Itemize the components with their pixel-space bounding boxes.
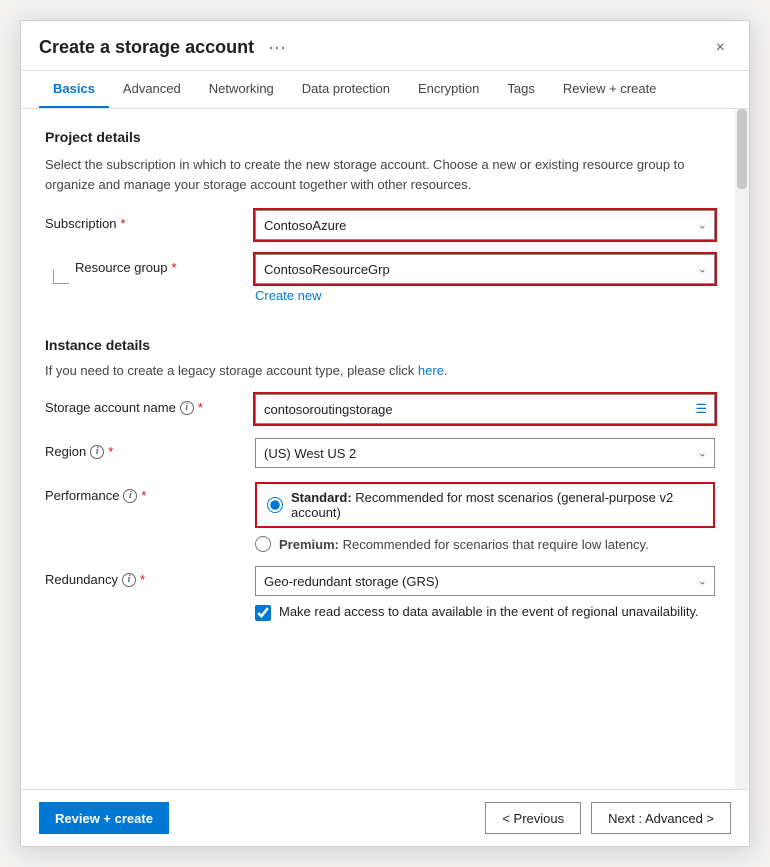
resource-group-required: *	[172, 260, 177, 275]
region-select[interactable]: (US) West US 2	[255, 438, 715, 468]
storage-name-input-col: ☰	[255, 394, 715, 424]
region-input-col: (US) West US 2 ⌄	[255, 438, 715, 468]
content-area: Project details Select the subscription …	[21, 109, 749, 789]
tab-encryption[interactable]: Encryption	[404, 71, 493, 108]
performance-radio-group: Standard: Recommended for most scenarios…	[255, 482, 715, 552]
ellipsis-button[interactable]: ···	[262, 35, 292, 60]
resource-group-select[interactable]: ContosoResourceGrp	[255, 254, 715, 284]
scrollbar-thumb[interactable]	[737, 109, 747, 189]
project-details-desc: Select the subscription in which to crea…	[45, 155, 715, 194]
performance-standard-radio[interactable]	[267, 497, 283, 513]
storage-name-row: Storage account name i * ☰	[45, 394, 715, 424]
tab-data-protection[interactable]: Data protection	[288, 71, 404, 108]
storage-name-required: *	[198, 400, 203, 415]
tab-tags[interactable]: Tags	[493, 71, 548, 108]
redundancy-select[interactable]: Geo-redundant storage (GRS)	[255, 566, 715, 596]
subscription-label-col: Subscription *	[45, 210, 255, 231]
performance-info-icon[interactable]: i	[123, 489, 137, 503]
redundancy-input-col: Geo-redundant storage (GRS) ⌄ Make read …	[255, 566, 715, 621]
resource-group-label-col: Resource group *	[45, 254, 255, 288]
redundancy-row: Redundancy i * Geo-redundant storage (GR…	[45, 566, 715, 621]
scrollbar[interactable]	[735, 109, 749, 789]
performance-label-col: Performance i *	[45, 482, 255, 503]
next-button[interactable]: Next : Advanced >	[591, 802, 731, 834]
tab-review-create[interactable]: Review + create	[549, 71, 671, 108]
region-label-col: Region i *	[45, 438, 255, 459]
tab-basics[interactable]: Basics	[39, 71, 109, 108]
instance-details-title: Instance details	[45, 337, 715, 353]
storage-name-label-col: Storage account name i *	[45, 394, 255, 415]
resource-group-row: Resource group * ContosoResourceGrp ⌄ Cr…	[45, 254, 715, 303]
region-select-wrapper: (US) West US 2 ⌄	[255, 438, 715, 468]
performance-row: Performance i * Standard: Recommended fo…	[45, 482, 715, 552]
subscription-input-col: ContosoAzure ⌄	[255, 210, 715, 240]
storage-name-label: Storage account name i *	[45, 400, 255, 415]
read-access-label: Make read access to data available in th…	[279, 604, 699, 619]
storage-account-name-input[interactable]	[255, 394, 715, 424]
redundancy-select-wrapper: Geo-redundant storage (GRS) ⌄	[255, 566, 715, 596]
read-access-checkbox[interactable]	[255, 605, 271, 621]
legacy-link[interactable]: here	[418, 363, 444, 378]
resource-group-tree-row: Resource group *	[45, 260, 255, 284]
redundancy-label-col: Redundancy i *	[45, 566, 255, 587]
resource-group-input-col: ContosoResourceGrp ⌄ Create new	[255, 254, 715, 303]
redundancy-info-icon[interactable]: i	[122, 573, 136, 587]
subscription-row: Subscription * ContosoAzure ⌄	[45, 210, 715, 240]
performance-premium-option: Premium: Recommended for scenarios that …	[255, 536, 715, 552]
resource-group-select-wrapper: ContosoResourceGrp ⌄	[255, 254, 715, 284]
storage-name-info-icon[interactable]: i	[180, 401, 194, 415]
tab-networking[interactable]: Networking	[195, 71, 288, 108]
subscription-select-wrapper: ContosoAzure ⌄	[255, 210, 715, 240]
performance-premium-label: Premium: Recommended for scenarios that …	[279, 537, 649, 552]
subscription-label: Subscription *	[45, 216, 255, 231]
storage-name-verify-icon[interactable]: ☰	[695, 401, 707, 417]
region-row: Region i * (US) West US 2 ⌄	[45, 438, 715, 468]
storage-name-input-wrapper: ☰	[255, 394, 715, 424]
region-required: *	[108, 444, 113, 459]
create-new-link[interactable]: Create new	[255, 288, 321, 303]
redundancy-checkbox-row: Make read access to data available in th…	[255, 604, 715, 621]
performance-required: *	[141, 488, 146, 503]
redundancy-label: Redundancy i *	[45, 572, 255, 587]
previous-button[interactable]: < Previous	[485, 802, 581, 834]
resource-group-label: Resource group *	[75, 260, 177, 275]
review-create-button[interactable]: Review + create	[39, 802, 169, 834]
create-storage-dialog: Create a storage account ··· × Basics Ad…	[20, 20, 750, 847]
performance-standard-option: Standard: Recommended for most scenarios…	[255, 482, 715, 528]
project-details-title: Project details	[45, 129, 715, 145]
dialog-header: Create a storage account ··· ×	[21, 21, 749, 71]
redundancy-required: *	[140, 572, 145, 587]
tabs-bar: Basics Advanced Networking Data protecti…	[21, 71, 749, 109]
dialog-title: Create a storage account	[39, 37, 254, 58]
region-info-icon[interactable]: i	[90, 445, 104, 459]
tab-advanced[interactable]: Advanced	[109, 71, 195, 108]
footer: Review + create < Previous Next : Advanc…	[21, 789, 749, 846]
performance-standard-label: Standard: Recommended for most scenarios…	[291, 490, 703, 520]
tree-connector-icon	[45, 260, 75, 284]
region-label: Region i *	[45, 444, 255, 459]
performance-premium-radio[interactable]	[255, 536, 271, 552]
dialog-title-row: Create a storage account ···	[39, 35, 292, 60]
close-button[interactable]: ×	[710, 37, 731, 59]
legacy-text: If you need to create a legacy storage a…	[45, 363, 715, 378]
performance-label: Performance i *	[45, 488, 255, 503]
subscription-select[interactable]: ContosoAzure	[255, 210, 715, 240]
performance-input-col: Standard: Recommended for most scenarios…	[255, 482, 715, 552]
subscription-required: *	[121, 216, 126, 231]
main-content: Project details Select the subscription …	[21, 109, 735, 789]
